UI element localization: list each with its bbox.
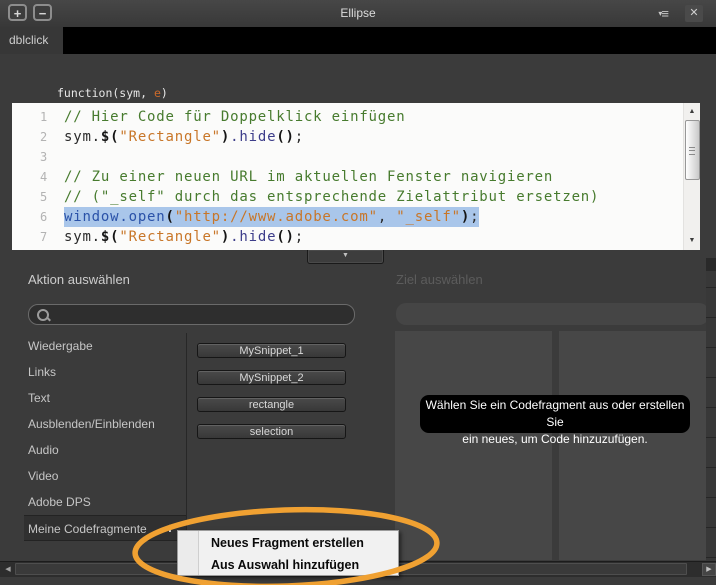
close-icon[interactable]: ✕: [685, 5, 703, 22]
tab-strip: dblclick: [0, 27, 716, 54]
category-links[interactable]: Links: [24, 359, 186, 385]
panel-menu-icon[interactable]: ▾≡: [658, 6, 669, 21]
line-number: 5: [39, 190, 48, 204]
code-panel-window: + − Ellipse ▾≡ ✕ dblclick function(sym, …: [0, 0, 716, 585]
actions-heading: Aktion auswählen: [28, 272, 130, 287]
snippet-selection-button[interactable]: selection: [197, 424, 346, 439]
tab-dblclick[interactable]: dblclick: [0, 27, 63, 54]
add-snippet-icon[interactable]: +: [166, 516, 174, 540]
line-number: 2: [39, 130, 48, 144]
category-audio[interactable]: Audio: [24, 437, 186, 463]
category-label: Meine Codefragmente: [28, 522, 147, 536]
category-text[interactable]: Text: [24, 385, 186, 411]
target-heading: Ziel auswählen: [396, 272, 483, 287]
code-line-selected[interactable]: 6 window.open("http://www.adobe.com", "_s…: [12, 207, 683, 227]
titlebar: + − Ellipse ▾≡ ✕: [0, 0, 716, 28]
scrollbar-thumb[interactable]: [685, 120, 700, 180]
snippet-rectangle-button[interactable]: rectangle: [197, 397, 346, 412]
code-editor[interactable]: 1// Hier Code für Doppelklick einfügen 2…: [12, 103, 700, 250]
code-line[interactable]: 5// ("_self" durch das entsprechende Zie…: [12, 187, 683, 207]
context-menu: Neues Fragment erstellen Aus Auswahl hin…: [177, 530, 399, 576]
action-search-box[interactable]: [28, 304, 355, 325]
editor-scrollbar[interactable]: ▲ ▼: [683, 103, 700, 250]
search-icon: [37, 308, 49, 321]
window-title: Ellipse: [340, 6, 376, 20]
collapse-panel-button[interactable]: ▼: [307, 250, 384, 264]
snippet-mysnippet1-button[interactable]: MySnippet_1: [197, 343, 346, 358]
line-number: 6: [39, 210, 48, 224]
code-line[interactable]: 7 sym.$("Rectangle").hide();: [12, 227, 683, 247]
clipped-right-panel: [706, 258, 716, 561]
list-divider: [186, 333, 187, 561]
code-line[interactable]: 3: [12, 147, 683, 167]
menu-lines-icon: ≡: [661, 6, 669, 21]
search-input[interactable]: [49, 305, 354, 324]
thumb-grip-icon: [689, 147, 695, 155]
line-number: 1: [39, 110, 48, 124]
code-line[interactable]: 1// Hier Code für Doppelklick einfügen: [12, 107, 683, 127]
category-meine-codefragmente[interactable]: Meine Codefragmente +: [24, 515, 186, 541]
snippet-mysnippet2-button[interactable]: MySnippet_2: [197, 370, 346, 385]
code-text-area[interactable]: 1// Hier Code für Doppelklick einfügen 2…: [12, 103, 683, 250]
line-number: 3: [39, 150, 48, 164]
tooltip-line1: Wählen Sie ein Codefragment aus oder ers…: [425, 398, 685, 429]
scroll-right-icon[interactable]: ▶: [702, 563, 716, 576]
line-number: 4: [39, 170, 48, 184]
menu-item-neues-fragment[interactable]: Neues Fragment erstellen: [178, 532, 398, 554]
code-line[interactable]: 2 sym.$("Rectangle").hide();: [12, 127, 683, 147]
target-search-box-disabled: [396, 303, 709, 325]
scroll-down-icon[interactable]: ▼: [684, 234, 700, 248]
category-wiedergabe[interactable]: Wiedergabe: [24, 333, 186, 359]
hint-tooltip: Wählen Sie ein Codefragment aus oder ers…: [420, 395, 690, 446]
line-number: 7: [39, 230, 48, 244]
function-signature: function(sym, e): [57, 86, 168, 100]
tooltip-line2: ein neues, um Code hinzuzufügen.: [462, 432, 648, 446]
code-line[interactable]: 4// Zu einer neuen URL im aktuellen Fens…: [12, 167, 683, 187]
category-adobe-dps[interactable]: Adobe DPS: [24, 489, 186, 515]
category-video[interactable]: Video: [24, 463, 186, 489]
menu-item-aus-auswahl[interactable]: Aus Auswahl hinzufügen: [178, 554, 398, 576]
scroll-left-icon[interactable]: ◀: [2, 562, 14, 577]
category-ausblenden[interactable]: Ausblenden/Einblenden: [24, 411, 186, 437]
scroll-up-icon[interactable]: ▲: [684, 105, 700, 119]
